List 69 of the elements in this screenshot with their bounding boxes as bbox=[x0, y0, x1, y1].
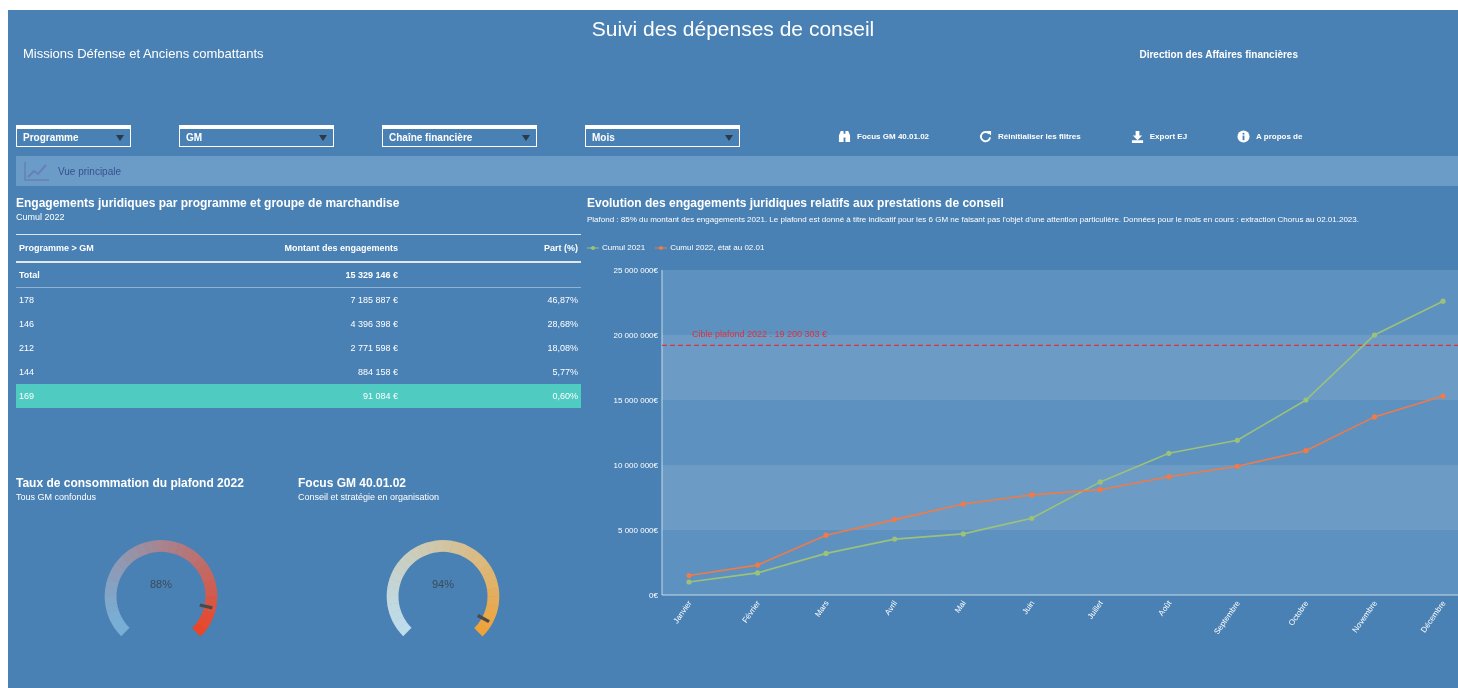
target-label: Cible plafond 2022 : 19 200 303 € bbox=[692, 329, 828, 340]
nav-tab[interactable]: Vue principale bbox=[24, 161, 121, 181]
table-cell: 5,77% bbox=[552, 367, 578, 377]
line-chart-icon bbox=[24, 161, 50, 181]
y-tick-label: 20 000 000€ bbox=[613, 331, 658, 340]
gauge-subtitle: Conseil et stratégie en organisation bbox=[298, 492, 441, 502]
caret-icon bbox=[725, 134, 733, 141]
table-cell: 169 bbox=[19, 391, 35, 401]
dashboard-subtitle: Missions Défense et Anciens combattants bbox=[23, 46, 264, 63]
legend-label: Cumul 2021 bbox=[602, 243, 646, 252]
panel-title: Evolution des engagements juridiques relatifs aux prestations de conseil bbox=[587, 196, 1005, 210]
filter-dropdown[interactable]: GM bbox=[179, 125, 334, 147]
caret-icon bbox=[522, 134, 530, 141]
legend-icon bbox=[655, 244, 668, 251]
column-header: Programme > GM bbox=[19, 243, 94, 253]
action-button[interactable]: Export EJ bbox=[1130, 129, 1188, 143]
table-cell: 144 bbox=[19, 367, 35, 377]
gauge-title: Taux de consommation du plafond 2022 bbox=[16, 476, 245, 490]
x-tick-label: Mai bbox=[953, 599, 968, 615]
y-tick-label: 5 000 000€ bbox=[617, 526, 658, 535]
y-tick-label: 15 000 000€ bbox=[613, 396, 658, 405]
action-button[interactable]: A propos de bbox=[1237, 129, 1303, 143]
binoculars-icon bbox=[838, 129, 851, 143]
table-cell: 884 158 € bbox=[357, 367, 398, 377]
dashboard-title: Suivi des dépenses de conseil bbox=[590, 16, 876, 42]
table-cell: 28,68% bbox=[547, 319, 578, 329]
table-row[interactable]: 212 2 771 598 € 18,08% bbox=[16, 336, 581, 360]
legend-icon bbox=[587, 244, 599, 251]
action-button[interactable]: Focus GM 40.01.02 bbox=[838, 129, 930, 143]
table-cell: 91 084 € bbox=[362, 391, 398, 401]
gauge-reading: 94% bbox=[431, 578, 455, 590]
caret-icon bbox=[116, 134, 124, 141]
filter-dropdown[interactable]: Mois bbox=[585, 125, 740, 147]
table-cell: 18,08% bbox=[547, 343, 578, 353]
table-row[interactable]: 178 7 185 887 € 46,87% bbox=[16, 288, 581, 312]
info-icon bbox=[1237, 129, 1251, 143]
filter-dropdown[interactable]: Chaîne financière bbox=[382, 125, 537, 147]
table-row[interactable]: Total 15 329 146 € bbox=[16, 263, 581, 288]
y-tick-label: 0€ bbox=[649, 591, 658, 600]
table-cell: 7 185 887 € bbox=[350, 295, 398, 305]
table-cell: Total bbox=[19, 270, 40, 280]
column-header: Montant des engagements bbox=[284, 243, 398, 253]
table-row[interactable]: 144 884 158 € 5,77% bbox=[16, 360, 581, 384]
y-tick-label: 25 000 000€ bbox=[613, 266, 658, 275]
table-cell: 2 771 598 € bbox=[350, 343, 398, 353]
table-cell: 46,87% bbox=[547, 295, 578, 305]
x-tick-label: Juin bbox=[1020, 599, 1037, 617]
gauge-title: Focus GM 40.01.02 bbox=[298, 476, 408, 490]
table-cell: 212 bbox=[19, 343, 35, 353]
refresh-icon bbox=[979, 129, 993, 143]
table-cell: 146 bbox=[19, 319, 35, 329]
legend-label: Cumul 2022, état au 02.01 bbox=[670, 243, 765, 252]
download-icon bbox=[1130, 129, 1144, 143]
table-cell: 178 bbox=[19, 295, 35, 305]
panel-title: Engagements juridiques par programme et groupe de marchandise bbox=[16, 196, 401, 210]
panel-note: Plafond : 85% du montant des engagements 2021. Le plafond est donné à titre indicatif pour les 6 GM ne faisant pas l'objet d'une attention particulière. Données pour le mois en cours : extraction Chorus au 02.01.2023. bbox=[587, 214, 1360, 226]
table-row[interactable]: 146 4 396 398 € 28,68% bbox=[16, 312, 581, 336]
filter-dropdown[interactable]: Programme bbox=[16, 125, 131, 147]
action-button[interactable]: Réinitialiser les filtres bbox=[979, 129, 1081, 143]
gauge-subtitle: Tous GM confondus bbox=[16, 492, 98, 502]
table-cell: 15 329 146 € bbox=[345, 270, 398, 280]
caret-icon bbox=[319, 134, 327, 141]
gauge-reading: 88% bbox=[149, 578, 173, 590]
panel-subtitle: Cumul 2022 bbox=[16, 212, 66, 222]
y-tick-label: 10 000 000€ bbox=[613, 461, 658, 470]
table-cell: 0,60% bbox=[552, 391, 578, 401]
column-header: Part (%) bbox=[544, 243, 578, 253]
organization-label: Direction des Affaires financières bbox=[1139, 49, 1298, 62]
table-cell: 4 396 398 € bbox=[350, 319, 398, 329]
